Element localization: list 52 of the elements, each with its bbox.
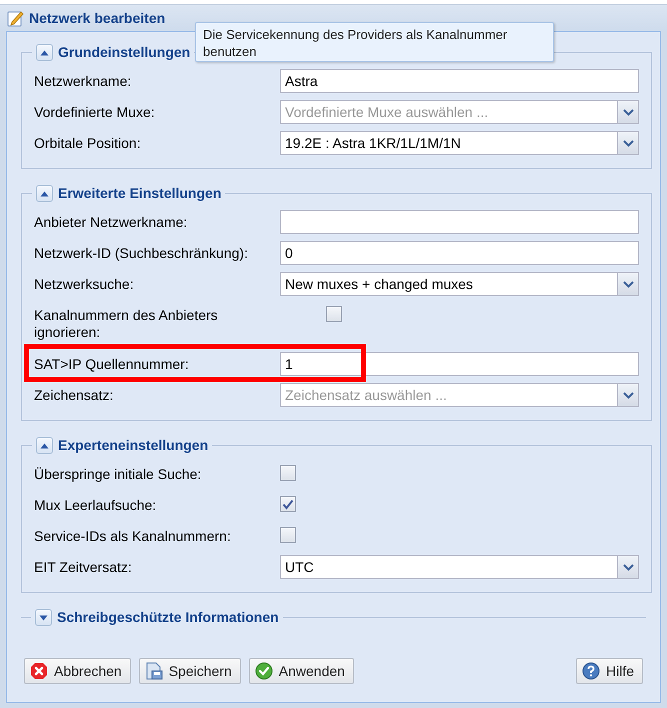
help-button[interactable]: Hilfe: [576, 658, 643, 684]
close-icon: [30, 662, 48, 680]
apply-button[interactable]: Anwenden: [248, 658, 354, 684]
field-label: Vordefinierte Muxe:: [34, 103, 156, 121]
section-title: Grundeinstellungen: [58, 43, 190, 62]
checkbox[interactable]: [280, 465, 296, 481]
window-title: Netzwerk bearbeiten: [29, 8, 166, 28]
save-button[interactable]: Speichern: [138, 658, 241, 684]
text-field[interactable]: [280, 210, 639, 234]
field-label: Zeichensatz:: [34, 386, 114, 404]
field-label: Anbieter Netzwerkname:: [34, 213, 188, 231]
checkbox[interactable]: [326, 306, 342, 322]
collapse-toggle[interactable]: [36, 437, 53, 454]
field-label: Netzwerkname:: [34, 72, 132, 90]
field-label: Service-IDs als Kanalnummern:: [34, 527, 232, 545]
text-field[interactable]: 1: [280, 352, 639, 376]
dropdown-value: New muxes + changed muxes: [284, 274, 474, 294]
dropdown-field[interactable]: UTC: [280, 555, 639, 579]
field-label: Orbitale Position:: [34, 134, 142, 152]
checkbox[interactable]: [280, 496, 296, 512]
collapse-toggle[interactable]: [36, 44, 53, 61]
field-label: EIT Zeitversatz:: [34, 558, 133, 576]
check-icon: [254, 662, 273, 680]
expand-toggle[interactable]: [35, 609, 52, 626]
field-label: Mux Leerlaufsuche:: [34, 496, 158, 514]
text-field[interactable]: 0: [280, 241, 639, 265]
help-icon: [582, 662, 600, 680]
checkbox[interactable]: [280, 527, 296, 543]
caret-up-icon: [40, 190, 49, 196]
dropdown-field[interactable]: 19.2E : Astra 1KR/1L/1M/1N: [280, 131, 639, 155]
floppy-icon: [144, 662, 163, 680]
dropdown-placeholder: Zeichensatz auswählen ...: [284, 386, 448, 404]
field-label: Netzwerk-ID (Suchbeschränkung):: [34, 244, 249, 262]
collapse-toggle[interactable]: [36, 185, 53, 202]
dropdown-value: UTC: [284, 558, 315, 576]
field-label: Kanalnummern des Anbieters ignorieren:: [34, 306, 219, 341]
field-label: SAT>IP Quellennummer:: [34, 355, 190, 373]
edit-icon: [7, 10, 24, 26]
section-title: Experteneinstellungen: [58, 436, 208, 455]
section-title: Schreibgeschützte Informationen: [57, 608, 279, 627]
dropdown-value: 19.2E : Astra 1KR/1L/1M/1N: [284, 134, 462, 152]
cancel-button[interactable]: Abbrechen: [24, 658, 131, 684]
field-label: Netzwerksuche:: [34, 275, 135, 293]
tooltip: Die Servicekennung des Providers als Kanalnummer benutzen: [195, 22, 554, 62]
caret-up-icon: [40, 442, 49, 448]
caret-up-icon: [40, 50, 49, 56]
dropdown-field[interactable]: New muxes + changed muxes: [280, 272, 639, 296]
dropdown-placeholder: Vordefinierte Muxe auswählen ...: [284, 102, 490, 122]
field-label: Überspringe initiale Suche:: [34, 465, 202, 483]
text-field[interactable]: Astra: [280, 69, 639, 93]
caret-down-icon: [39, 614, 48, 620]
section-title: Erweiterte Einstellungen: [58, 184, 222, 203]
